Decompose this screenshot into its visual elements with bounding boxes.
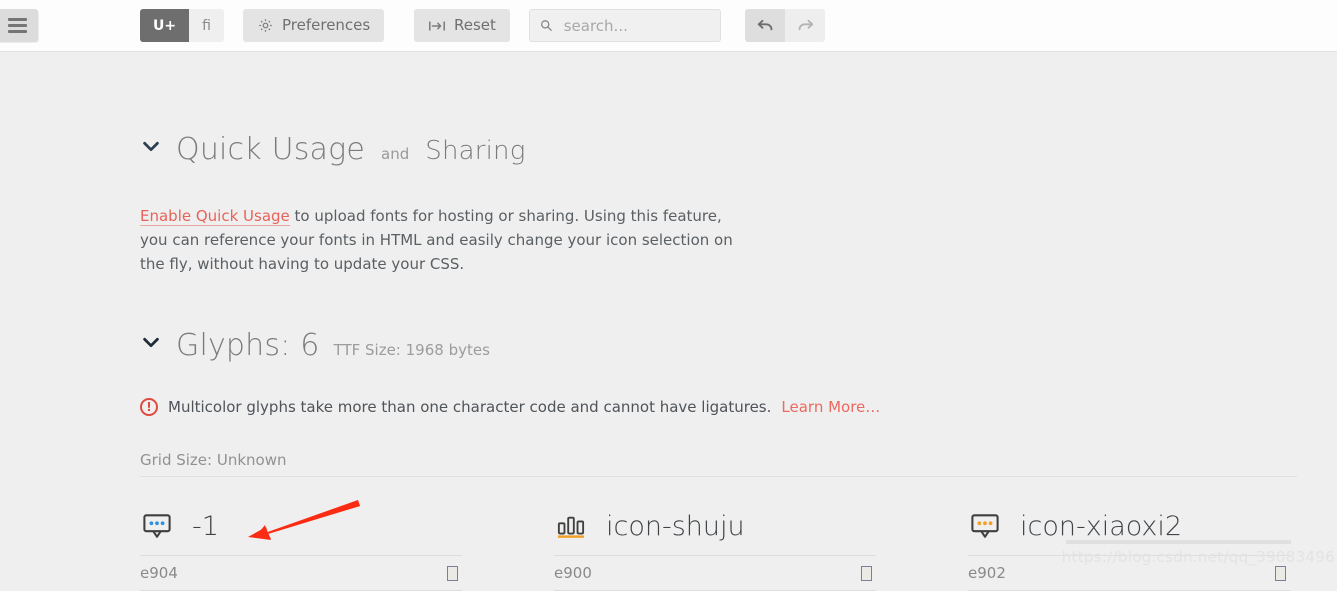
missing-glyph-box-icon (861, 565, 872, 581)
glyph-code: e900 (554, 564, 592, 582)
tab-arrow-icon (429, 21, 445, 30)
watermark-bar (1066, 540, 1291, 544)
preferences-button[interactable]: Preferences (243, 9, 385, 42)
undo-button[interactable] (745, 9, 785, 42)
quick-usage-subtitle: Sharing (425, 136, 526, 166)
reset-label: Reset (454, 16, 496, 34)
glyph-name: icon-xiaoxi2 (1020, 511, 1183, 542)
bar-chart-icon[interactable] (554, 511, 588, 543)
unicode-ligature-toggle-group[interactable]: U+ fi (140, 9, 224, 42)
search-input[interactable] (561, 15, 710, 36)
preferences-label: Preferences (282, 16, 371, 34)
glyph-card-footer: e900 (554, 556, 876, 591)
main-content: Quick Usage and Sharing Enable Quick Usa… (0, 52, 1337, 591)
multicolor-notice: ! Multicolor glyphs take more than one c… (140, 398, 880, 416)
ligature-toggle[interactable]: fi (189, 9, 224, 42)
glyph-card-header: -1 (140, 502, 462, 556)
glyphs-header[interactable]: Glyphs: 6 TTF Size: 1968 bytes (140, 328, 490, 363)
missing-glyph-box-icon (447, 565, 458, 581)
learn-more-link[interactable]: Learn More… (781, 398, 880, 416)
glyphs-title: Glyphs: 6 (176, 328, 320, 363)
reset-button[interactable]: Reset (414, 9, 510, 42)
glyph-card[interactable]: icon-xiaoxi2 e902 (968, 502, 1290, 591)
quick-usage-paragraph: Enable Quick Usage to upload fonts for h… (140, 204, 740, 276)
redo-arrow-icon (798, 19, 813, 31)
undo-arrow-icon (757, 19, 772, 31)
hamburger-icon (8, 18, 27, 36)
watermark-text: https://blog.csdn.net/qq_39083496 (1061, 548, 1335, 566)
redo-button[interactable] (785, 9, 825, 42)
glyph-code: e904 (140, 564, 178, 582)
gear-icon (259, 19, 272, 32)
speech-bubble-dots-icon[interactable] (968, 511, 1002, 543)
glyph-name: icon-shuju (606, 511, 745, 542)
menu-button[interactable] (0, 9, 38, 42)
glyph-name: -1 (192, 511, 219, 542)
ttf-size-label: TTF Size: 1968 bytes (333, 341, 490, 359)
glyph-grid: -1 e904 icon-shuju e900 icon-xiaoxi2 e90… (140, 502, 1320, 591)
chevron-down-icon[interactable] (140, 331, 162, 353)
search-icon (540, 20, 552, 32)
glyph-card-header: icon-shuju (554, 502, 876, 556)
quick-usage-conjunction: and (381, 145, 410, 163)
glyph-card[interactable]: icon-shuju e900 (554, 502, 876, 591)
grid-size-label: Grid Size: Unknown (140, 451, 1297, 477)
missing-glyph-box-icon (1275, 565, 1286, 581)
undo-redo-group[interactable] (745, 9, 825, 42)
unicode-toggle[interactable]: U+ (140, 9, 190, 42)
speech-bubble-dots-icon[interactable] (140, 511, 174, 543)
enable-quick-usage-link[interactable]: Enable Quick Usage (140, 207, 290, 226)
app-toolbar: U+ fi Preferences Reset (0, 0, 1337, 52)
quick-usage-header[interactable]: Quick Usage and Sharing (140, 132, 526, 167)
glyph-code: e902 (968, 564, 1006, 582)
multicolor-notice-text: Multicolor glyphs take more than one cha… (168, 398, 772, 416)
glyph-card-footer: e904 (140, 556, 462, 591)
chevron-down-icon[interactable] (140, 135, 162, 157)
glyph-card[interactable]: -1 e904 (140, 502, 462, 591)
info-circle-icon: ! (140, 398, 158, 416)
quick-usage-title: Quick Usage (176, 132, 365, 167)
search-box[interactable] (529, 9, 721, 42)
